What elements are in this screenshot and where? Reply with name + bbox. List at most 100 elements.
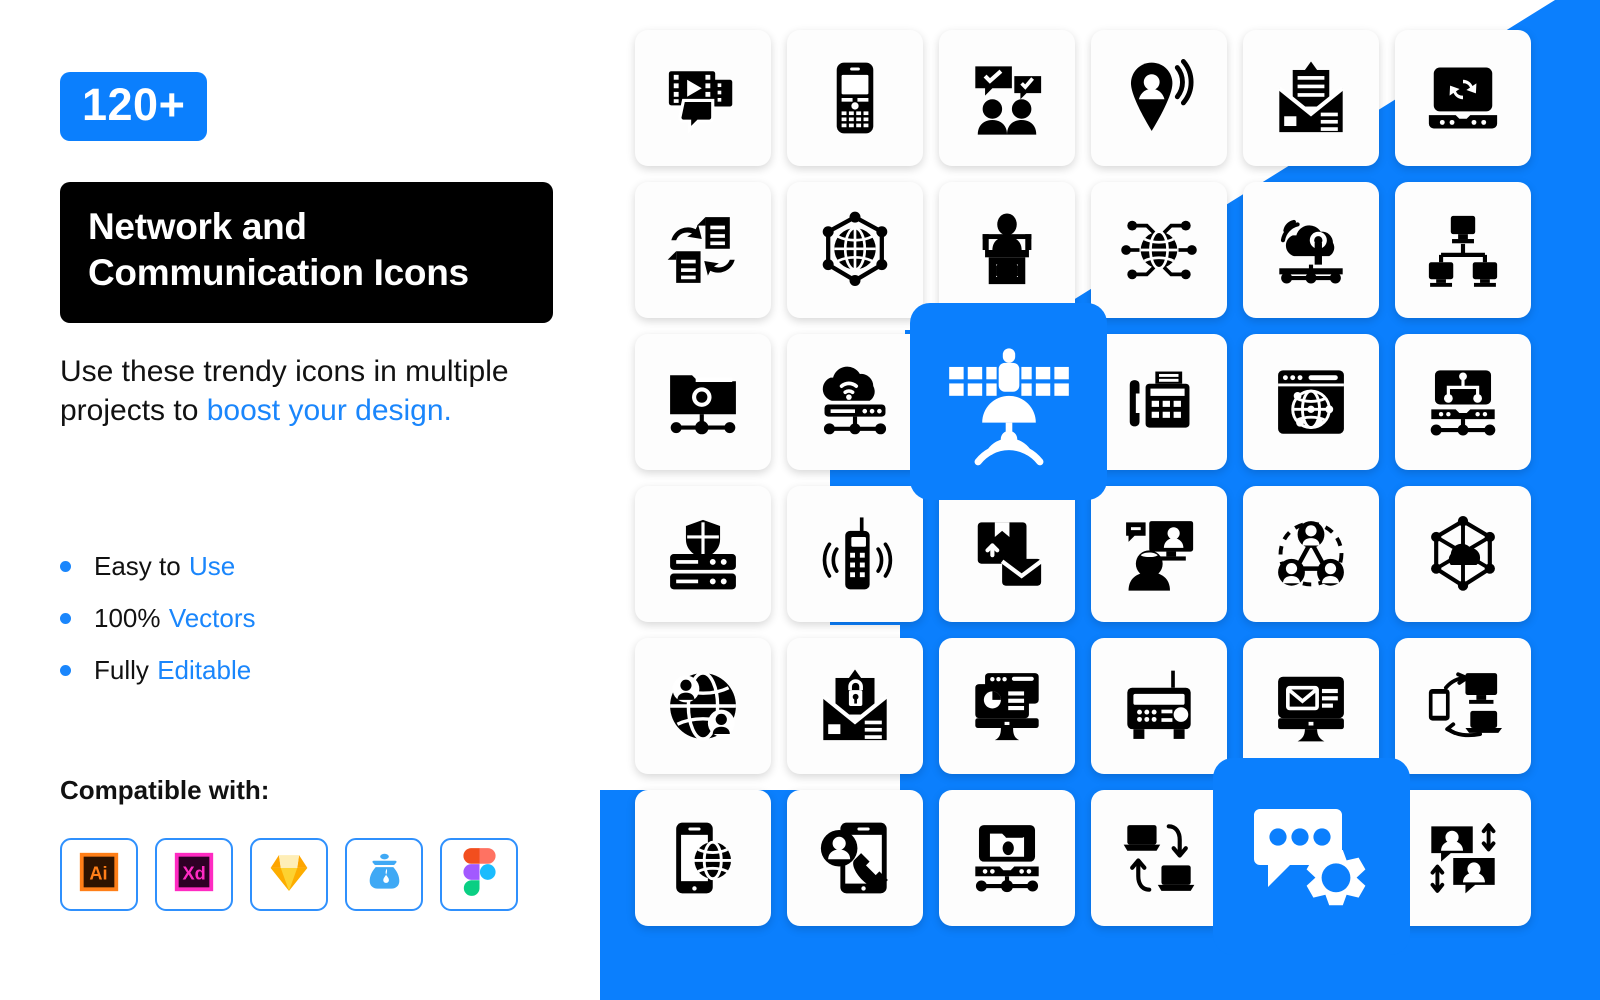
icon-cell[interactable]	[939, 486, 1075, 622]
icon-cell[interactable]	[1091, 182, 1227, 318]
bullet-dot-icon	[60, 664, 71, 676]
icon-tile-team-connection[interactable]	[1243, 486, 1379, 622]
icon-tile-folder-network[interactable]	[635, 334, 771, 470]
bullet-dot-icon	[60, 560, 71, 572]
icon-cell[interactable]	[939, 790, 1075, 926]
icon-tile-document-exchange[interactable]	[635, 182, 771, 318]
list-item-highlight: Use	[189, 550, 236, 581]
poster-canvas: 120+ Network and Communication Icons Use…	[0, 0, 1600, 1000]
svg-text:Ai: Ai	[89, 864, 107, 884]
icon-tile-walkie-talkie[interactable]	[787, 486, 923, 622]
server-hierarchy-icon	[1424, 363, 1502, 441]
icon-tile-mobile-phone[interactable]	[787, 30, 923, 166]
sketch-icon	[267, 852, 311, 898]
icon-tile-device-sync[interactable]	[1395, 638, 1531, 774]
list-item-highlight: Editable	[157, 654, 252, 685]
icon-cell[interactable]	[1091, 30, 1227, 166]
icon-cell[interactable]	[1395, 790, 1531, 926]
featured-tile-chat-settings[interactable]	[1213, 758, 1410, 955]
app-tile-adobe-illustrator[interactable]: Ai	[60, 838, 138, 911]
icon-tile-video-conference[interactable]	[1091, 486, 1227, 622]
icon-tile-open-mail[interactable]	[1243, 30, 1379, 166]
icon-tile-cloud-wifi-router[interactable]	[787, 334, 923, 470]
icon-cell[interactable]	[635, 486, 771, 622]
icon-tile-secure-mail[interactable]	[787, 638, 923, 774]
icon-cell[interactable]	[635, 790, 771, 926]
icon-cell[interactable]	[939, 182, 1075, 318]
icon-tile-radio-receiver[interactable]	[1091, 638, 1227, 774]
icon-tile-video-message[interactable]	[635, 30, 771, 166]
icon-cell[interactable]	[787, 182, 923, 318]
icon-cell[interactable]	[1395, 30, 1531, 166]
icon-cell[interactable]	[787, 486, 923, 622]
icon-tile-desktop-analytics[interactable]	[939, 638, 1075, 774]
featured-tile-satellite[interactable]	[910, 303, 1107, 500]
icon-cell[interactable]	[787, 790, 923, 926]
icon-tile-data-transfer[interactable]	[1091, 790, 1227, 926]
icon-tile-laptop-sync[interactable]	[1395, 30, 1531, 166]
icon-tile-cloud-hexagon-network[interactable]	[1395, 486, 1531, 622]
icon-tile-desktop-mail[interactable]	[1243, 638, 1379, 774]
icon-cell[interactable]	[1395, 638, 1531, 774]
icon-cell[interactable]	[787, 30, 923, 166]
list-item: 100% Vectors	[60, 592, 540, 644]
icon-tile-fax-machine[interactable]	[1091, 334, 1227, 470]
icon-cell[interactable]	[635, 638, 771, 774]
icon-tile-cloud-wifi-server[interactable]	[1243, 182, 1379, 318]
icon-cell[interactable]	[1243, 486, 1379, 622]
list-item-label: Fully	[94, 654, 149, 685]
open-mail-icon	[1272, 59, 1350, 137]
icon-tile-parcel-mail[interactable]	[939, 486, 1075, 622]
app-tile-inkscape[interactable]	[345, 838, 423, 911]
icon-cell[interactable]	[635, 182, 771, 318]
icon-cell[interactable]	[1091, 334, 1227, 470]
icon-tile-server-folder[interactable]	[939, 790, 1075, 926]
icon-cell[interactable]	[1395, 182, 1531, 318]
parcel-mail-icon	[968, 515, 1046, 593]
icon-tile-speaker-podium[interactable]	[939, 182, 1075, 318]
video-message-icon	[664, 59, 742, 137]
location-signal-icon	[1120, 59, 1198, 137]
icon-tile-location-signal[interactable]	[1091, 30, 1227, 166]
app-tile-sketch[interactable]	[250, 838, 328, 911]
icon-cell[interactable]	[1091, 790, 1227, 926]
icon-cell[interactable]	[635, 30, 771, 166]
icon-tile-server-shield[interactable]	[635, 486, 771, 622]
icon-tile-computer-network[interactable]	[1395, 182, 1531, 318]
app-tile-adobe-xd[interactable]: Xd	[155, 838, 233, 911]
page-title-line2: Communication Icons	[88, 252, 469, 294]
icon-tile-group-chat-approved[interactable]	[939, 30, 1075, 166]
icon-cell[interactable]	[1243, 182, 1379, 318]
icon-cell[interactable]	[1395, 486, 1531, 622]
satellite-signal-icon	[943, 336, 1075, 468]
feature-list: Easy to Use 100% Vectors Fully Editable	[60, 540, 540, 696]
icon-cell[interactable]	[787, 334, 923, 470]
fax-machine-icon	[1120, 363, 1198, 441]
global-users-icon	[664, 667, 742, 745]
icon-cell[interactable]	[1091, 486, 1227, 622]
icon-tile-globe-nodes[interactable]	[1091, 182, 1227, 318]
icon-cell[interactable]	[939, 638, 1075, 774]
icon-cell[interactable]	[1243, 638, 1379, 774]
icon-cell[interactable]	[1091, 638, 1227, 774]
icon-cell[interactable]	[1243, 30, 1379, 166]
icon-tile-chat-user-exchange[interactable]	[1395, 790, 1531, 926]
adobe-illustrator-icon: Ai	[76, 849, 122, 900]
icon-cell[interactable]	[1243, 334, 1379, 470]
icon-tile-tablet-call[interactable]	[787, 790, 923, 926]
icon-cell[interactable]	[787, 638, 923, 774]
list-item: Easy to Use	[60, 540, 540, 592]
icon-cell[interactable]	[1395, 334, 1531, 470]
icon-cell[interactable]	[939, 30, 1075, 166]
walkie-talkie-icon	[816, 515, 894, 593]
description-highlight: boost your design.	[206, 394, 452, 428]
icon-tile-browser-globe[interactable]	[1243, 334, 1379, 470]
icon-tile-server-hierarchy[interactable]	[1395, 334, 1531, 470]
speaker-podium-icon	[968, 211, 1046, 289]
app-tile-figma[interactable]	[440, 838, 518, 911]
icon-tile-mobile-globe[interactable]	[635, 790, 771, 926]
icon-tile-global-network[interactable]	[787, 182, 923, 318]
icon-cell[interactable]	[635, 334, 771, 470]
cloud-hexagon-network-icon	[1424, 515, 1502, 593]
icon-tile-global-users[interactable]	[635, 638, 771, 774]
